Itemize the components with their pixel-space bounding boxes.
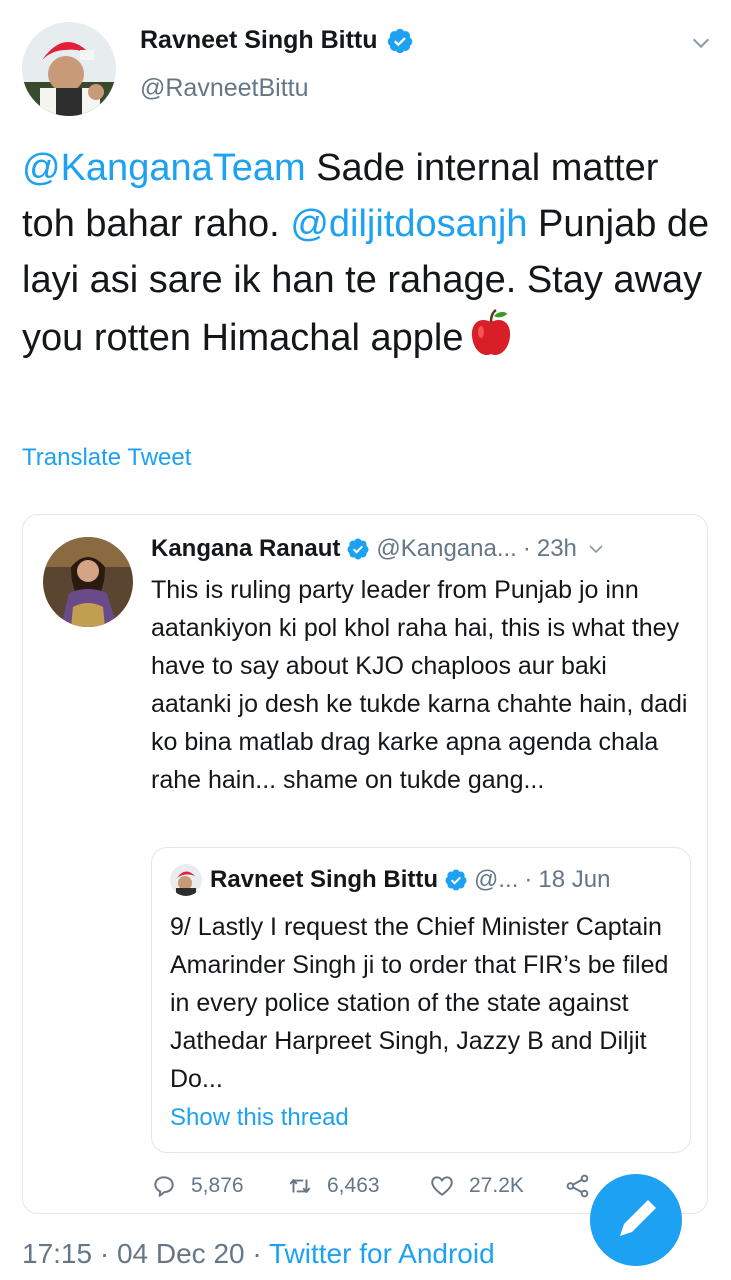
author-avatar[interactable]: [22, 22, 116, 116]
nested-tweet-text: 9/ Lastly I request the Chief Minister C…: [170, 913, 669, 1093]
quoted-action-bar: 5,876 6,463 27.2K: [151, 1173, 601, 1207]
author-handle[interactable]: @RavneetBittu: [140, 74, 309, 103]
verified-badge-icon: [445, 869, 467, 891]
nested-author-avatar: [170, 864, 202, 896]
retweet-icon: [289, 1179, 311, 1193]
separator-dot: ·: [92, 1238, 117, 1269]
quoted-timestamp[interactable]: 23h: [537, 535, 577, 563]
tweet-header: Ravneet Singh Bittu @RavneetBittu: [0, 0, 731, 130]
quoted-author-avatar[interactable]: [43, 537, 133, 627]
mention-link[interactable]: @diljitdosanjh: [290, 203, 527, 245]
quoted-author-name[interactable]: Kangana Ranaut: [151, 535, 340, 563]
quoted-tweet-text: This is ruling party leader from Punjab …: [151, 576, 688, 794]
mention-link[interactable]: @KanganaTeam: [22, 147, 306, 189]
separator-dot: ·: [244, 1238, 269, 1269]
chevron-down-icon[interactable]: [690, 32, 712, 54]
tweet-body: @KanganaTeam Sade internal matter toh ba…: [22, 140, 712, 366]
like-button[interactable]: 27.2K: [429, 1173, 524, 1199]
author-display-name[interactable]: Ravneet Singh Bittu: [140, 26, 378, 55]
nested-author-handle[interactable]: @...: [474, 866, 518, 894]
verified-badge-icon: [387, 28, 412, 53]
tweet-time: 17:15: [22, 1238, 93, 1269]
nested-author-name[interactable]: Ravneet Singh Bittu: [210, 866, 438, 894]
reply-icon: [154, 1176, 174, 1197]
reply-count: 5,876: [191, 1174, 244, 1197]
nested-timestamp[interactable]: 18 Jun: [538, 866, 610, 894]
tweet-meta-footer: 17:15 · 04 Dec 20 · Twitter for Android: [22, 1238, 495, 1270]
verified-badge-icon: [347, 538, 369, 560]
tweet-date: 04 Dec 20: [116, 1238, 245, 1269]
quoted-tweet-card[interactable]: Kangana Ranaut @Kangana... · 23h This is…: [22, 514, 708, 1214]
share-icon: [566, 1174, 589, 1198]
retweet-count: 6,463: [327, 1174, 380, 1197]
nested-quoted-tweet-card[interactable]: Ravneet Singh Bittu @... · 18 Jun 9/ Las…: [151, 847, 691, 1153]
tweet-source-link[interactable]: Twitter for Android: [269, 1238, 495, 1269]
retweet-button[interactable]: 6,463: [287, 1173, 380, 1199]
quoted-author-handle[interactable]: @Kangana...: [376, 535, 516, 563]
compose-icon: [620, 1200, 656, 1236]
compose-tweet-button[interactable]: [590, 1174, 682, 1266]
separator-dot: ·: [524, 866, 533, 893]
translate-tweet-link[interactable]: Translate Tweet: [22, 444, 191, 472]
show-thread-link[interactable]: Show this thread: [170, 1104, 349, 1132]
chevron-down-icon[interactable]: [587, 540, 605, 558]
heart-icon: [431, 1176, 453, 1196]
separator-dot: ·: [522, 535, 531, 562]
like-count: 27.2K: [469, 1174, 524, 1197]
reply-button[interactable]: 5,876: [151, 1173, 244, 1199]
red-apple-icon: [472, 308, 511, 356]
